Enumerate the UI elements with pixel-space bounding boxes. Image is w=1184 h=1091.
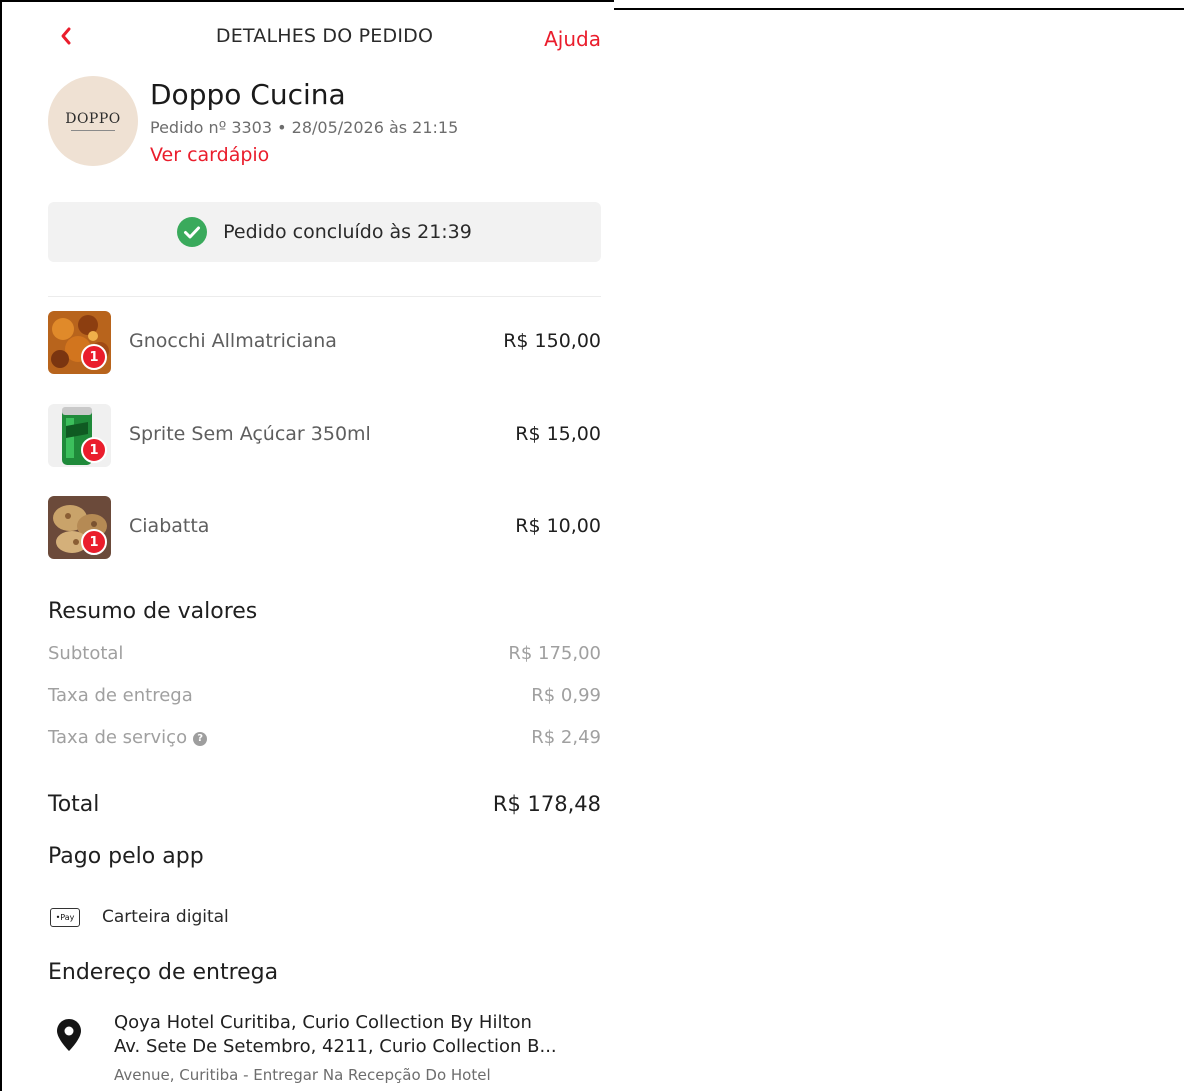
service-fee-row: Taxa de serviço? R$ 2,49 xyxy=(48,727,601,755)
delivery-fee-label: Taxa de entrega xyxy=(48,685,193,706)
store-logo-underline xyxy=(71,130,115,131)
payment-method-row: •Pay Carteira digital xyxy=(48,905,601,933)
subtotal-label: Subtotal xyxy=(48,643,124,664)
payment-title: Pago pelo app xyxy=(48,844,204,869)
item-quantity-badge: 1 xyxy=(81,529,107,555)
service-fee-label-wrap: Taxa de serviço? xyxy=(48,727,208,748)
service-fee-value: R$ 2,49 xyxy=(531,727,601,748)
item-name: Gnocchi Allmatriciana xyxy=(129,330,337,352)
total-label: Total xyxy=(48,792,100,817)
item-price: R$ 10,00 xyxy=(515,515,601,537)
view-menu-link[interactable]: Ver cardápio xyxy=(150,144,269,166)
item-price: R$ 150,00 xyxy=(503,330,601,352)
item-price: R$ 15,00 xyxy=(515,423,601,445)
service-fee-label: Taxa de serviço xyxy=(48,727,188,748)
item-quantity-badge: 1 xyxy=(81,344,107,370)
frame-border-top xyxy=(0,0,614,2)
delivery-address: Qoya Hotel Curitiba, Curio Collection By… xyxy=(48,1010,601,1091)
store-logo-text: DOPPO xyxy=(65,111,121,127)
divider xyxy=(48,296,601,297)
delivery-fee-row: Taxa de entrega R$ 0,99 xyxy=(48,685,601,713)
item-name: Ciabatta xyxy=(129,515,210,537)
frame-border-top-right xyxy=(614,8,1184,10)
wallet-pay-icon: •Pay xyxy=(50,908,80,927)
address-line-1: Qoya Hotel Curitiba, Curio Collection By… xyxy=(114,1012,532,1033)
address-line-3: Avenue, Curitiba - Entregar Na Recepção … xyxy=(114,1066,491,1084)
order-status-text: Pedido concluído às 21:39 xyxy=(223,221,472,243)
subtotal-value: R$ 175,00 xyxy=(508,643,601,664)
delivery-fee-value: R$ 0,99 xyxy=(531,685,601,706)
order-item[interactable]: 1 Sprite Sem Açúcar 350ml R$ 15,00 xyxy=(48,404,601,470)
item-name: Sprite Sem Açúcar 350ml xyxy=(129,423,371,445)
order-number-date: Pedido nº 3303 • 28/05/2026 às 21:15 xyxy=(150,118,459,137)
store-logo[interactable]: DOPPO xyxy=(48,76,138,166)
store-info: DOPPO Doppo Cucina Pedido nº 3303 • 28/0… xyxy=(48,76,601,176)
item-quantity-badge: 1 xyxy=(81,437,107,463)
delivery-address-title: Endereço de entrega xyxy=(48,960,279,985)
frame-border-left xyxy=(0,0,2,1091)
header: DETALHES DO PEDIDO Ajuda xyxy=(48,20,601,56)
summary-title: Resumo de valores xyxy=(48,599,258,624)
subtotal-row: Subtotal R$ 175,00 xyxy=(48,643,601,671)
order-status-banner: Pedido concluído às 21:39 xyxy=(48,202,601,262)
check-circle-icon xyxy=(177,217,208,247)
location-pin-icon xyxy=(57,1019,81,1051)
payment-method-label: Carteira digital xyxy=(102,907,229,927)
page-title: DETALHES DO PEDIDO xyxy=(215,25,434,47)
address-line-2: Av. Sete De Setembro, 4211, Curio Collec… xyxy=(114,1036,557,1057)
total-value: R$ 178,48 xyxy=(492,792,601,816)
order-item[interactable]: 1 Ciabatta R$ 10,00 xyxy=(48,496,601,562)
info-icon[interactable]: ? xyxy=(193,731,208,746)
total-row: Total R$ 178,48 xyxy=(48,792,601,817)
store-name: Doppo Cucina xyxy=(150,78,346,111)
order-item[interactable]: 1 Gnocchi Allmatriciana R$ 150,00 xyxy=(48,311,601,377)
help-link[interactable]: Ajuda xyxy=(544,27,601,51)
